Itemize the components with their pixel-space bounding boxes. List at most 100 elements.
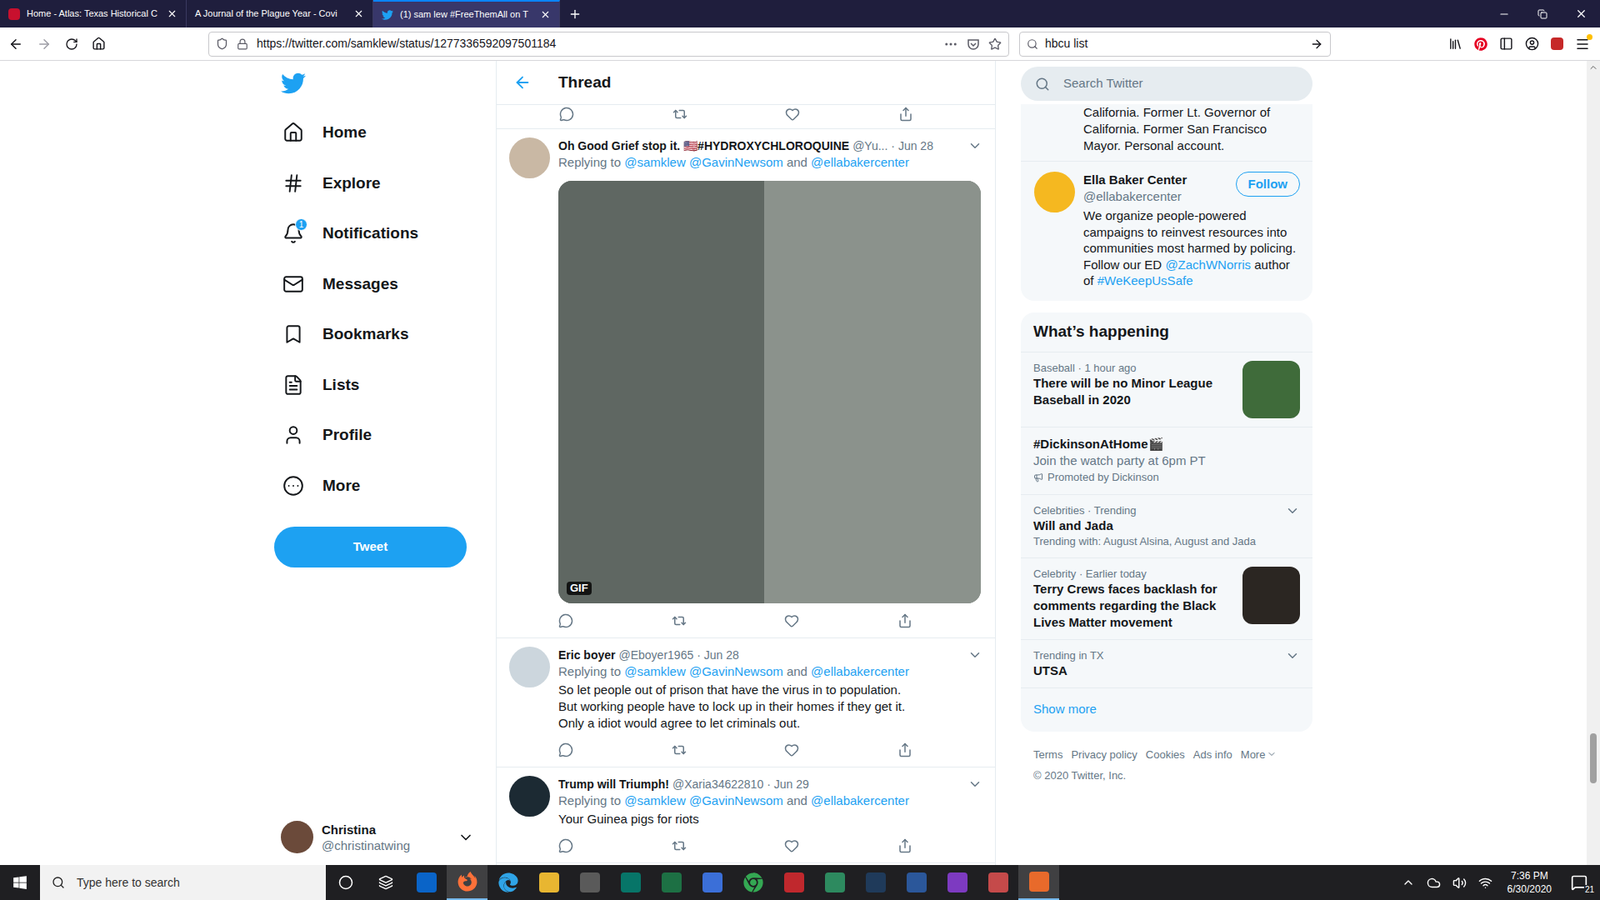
share-icon[interactable] bbox=[898, 106, 914, 122]
footer-link[interactable]: Ads info bbox=[1193, 746, 1233, 764]
tweet-button[interactable]: Tweet bbox=[274, 526, 467, 568]
follow-button[interactable]: Follow bbox=[1235, 171, 1301, 197]
trend-item[interactable]: Celebrities · TrendingWill and JadaTrend… bbox=[1020, 495, 1313, 559]
reload-icon[interactable] bbox=[65, 37, 79, 51]
task-view-icon[interactable] bbox=[378, 875, 394, 890]
twitter-search[interactable]: Search Twitter bbox=[1020, 66, 1313, 101]
like-icon[interactable] bbox=[784, 613, 800, 629]
taskbar-app[interactable] bbox=[528, 865, 570, 900]
pinterest-icon[interactable] bbox=[1474, 37, 1488, 51]
avatar[interactable] bbox=[509, 646, 550, 688]
retweet-icon[interactable] bbox=[671, 838, 687, 854]
nav-item[interactable]: Home bbox=[274, 107, 496, 159]
retweet-icon[interactable] bbox=[672, 106, 688, 122]
taskbar-app[interactable] bbox=[487, 865, 529, 900]
shield-icon[interactable] bbox=[215, 37, 229, 50]
close-tab-icon[interactable] bbox=[540, 9, 551, 20]
taskbar-app[interactable] bbox=[691, 865, 733, 900]
start-button[interactable] bbox=[0, 865, 40, 900]
browser-tab[interactable]: (1) sam lew #FreeThemAll on T bbox=[373, 0, 560, 28]
trend-caret-icon[interactable] bbox=[1285, 503, 1300, 519]
taskbar-app[interactable] bbox=[895, 865, 937, 900]
retweet-icon[interactable] bbox=[671, 742, 687, 758]
author-name[interactable]: Trump will Triumph! bbox=[558, 775, 670, 794]
show-more-link[interactable]: Show more bbox=[1020, 688, 1313, 732]
forward-icon[interactable] bbox=[36, 36, 52, 52]
minimize-button[interactable] bbox=[1485, 0, 1524, 28]
new-tab-button[interactable] bbox=[560, 0, 590, 28]
link[interactable]: #WeKeepUsSafe bbox=[1097, 273, 1194, 288]
gif-media[interactable]: GIF bbox=[558, 180, 981, 604]
volume-icon[interactable] bbox=[1452, 875, 1467, 890]
close-tab-icon[interactable] bbox=[166, 8, 178, 20]
taskbar-search[interactable]: Type here to search bbox=[40, 865, 326, 900]
link[interactable]: @samklew @GavinNewsom bbox=[624, 793, 784, 808]
avatar[interactable] bbox=[509, 137, 550, 179]
caret-icon[interactable] bbox=[967, 776, 983, 792]
taskbar-app[interactable] bbox=[814, 865, 855, 900]
caret-icon[interactable] bbox=[967, 138, 983, 154]
like-icon[interactable] bbox=[785, 106, 800, 122]
url-bar[interactable]: https://twitter.com/samklew/status/12773… bbox=[208, 31, 1010, 57]
taskbar-app[interactable] bbox=[855, 865, 896, 900]
like-icon[interactable] bbox=[784, 742, 800, 758]
taskbar-app[interactable] bbox=[936, 865, 978, 900]
tweet-date[interactable]: · Jun 29 bbox=[766, 775, 810, 794]
nav-item[interactable]: 1Notifications bbox=[274, 208, 496, 260]
reply-icon[interactable] bbox=[558, 742, 574, 758]
link[interactable]: @samklew @GavinNewsom bbox=[624, 155, 784, 170]
back-arrow-icon[interactable] bbox=[513, 73, 532, 92]
author-name[interactable]: Eric boyer bbox=[558, 646, 615, 665]
onedrive-icon[interactable] bbox=[1426, 875, 1441, 890]
nav-item[interactable]: Explore bbox=[274, 158, 496, 210]
avatar[interactable] bbox=[509, 775, 550, 817]
trend-caret-icon[interactable] bbox=[1285, 648, 1300, 664]
scrollbar-thumb[interactable] bbox=[1590, 733, 1597, 784]
scroll-up-icon[interactable] bbox=[1588, 62, 1599, 73]
tray-expand-icon[interactable] bbox=[1401, 875, 1415, 890]
taskbar-app[interactable] bbox=[1018, 865, 1060, 900]
browser-tab[interactable]: A Journal of the Plague Year - Covi bbox=[186, 0, 374, 28]
trend-item[interactable]: #DickinsonAtHome🎬Join the watch party at… bbox=[1020, 427, 1313, 495]
account-switcher[interactable]: Christina@christinatwing bbox=[274, 820, 483, 854]
tweet-date[interactable]: · Jun 28 bbox=[696, 646, 740, 665]
nav-item[interactable]: More bbox=[274, 460, 496, 512]
cortana-icon[interactable] bbox=[338, 875, 354, 890]
retweet-icon[interactable] bbox=[671, 613, 687, 629]
back-icon[interactable] bbox=[8, 36, 24, 52]
link[interactable]: @ellabakercenter bbox=[810, 155, 910, 170]
trend-item[interactable]: Baseball · 1 hour agoThere will be no Mi… bbox=[1020, 352, 1313, 428]
caret-icon[interactable] bbox=[967, 647, 983, 663]
taskbar-app[interactable] bbox=[446, 865, 488, 900]
trend-item[interactable]: Celebrity · Earlier todayTerry Crews fac… bbox=[1020, 558, 1313, 640]
nav-item[interactable]: Messages bbox=[274, 259, 496, 310]
close-window-button[interactable] bbox=[1561, 0, 1600, 28]
sidebar-icon[interactable] bbox=[1499, 36, 1514, 51]
footer-more[interactable]: More bbox=[1240, 746, 1278, 764]
suggestion-name[interactable]: Ella Baker Center bbox=[1083, 171, 1230, 189]
trend-item[interactable]: Trending in TXUTSA bbox=[1020, 640, 1313, 689]
taskbar-app[interactable] bbox=[773, 865, 815, 900]
taskbar-app[interactable] bbox=[610, 865, 651, 900]
author-name[interactable]: Oh Good Grief stop it. 🇺🇸#HYDROXYCHLOROQ… bbox=[558, 137, 850, 155]
library-icon[interactable] bbox=[1448, 36, 1463, 51]
twitter-logo-icon[interactable] bbox=[280, 70, 306, 96]
tweet-date[interactable]: · Jun 28 bbox=[890, 137, 934, 155]
home-button-icon[interactable] bbox=[91, 36, 106, 51]
taskbar-app[interactable] bbox=[569, 865, 610, 900]
restore-button[interactable] bbox=[1523, 0, 1562, 28]
follow-suggestion[interactable]: Ella Baker Center@ellabakercenterFollowW… bbox=[1020, 160, 1313, 301]
search-bar[interactable]: hbcu list bbox=[1019, 31, 1331, 57]
share-icon[interactable] bbox=[897, 613, 913, 629]
footer-link[interactable]: Cookies bbox=[1145, 746, 1185, 764]
bookmark-star-icon[interactable] bbox=[988, 37, 1002, 51]
link[interactable]: @ellabakercenter bbox=[810, 664, 910, 679]
browser-tab[interactable]: Home - Atlas: Texas Historical C bbox=[0, 0, 187, 28]
link[interactable]: @ZachWNorris bbox=[1165, 257, 1251, 272]
account-icon[interactable] bbox=[1525, 36, 1540, 51]
footer-link[interactable]: Privacy policy bbox=[1070, 746, 1137, 764]
taskbar-app[interactable] bbox=[650, 865, 692, 900]
scrollbar[interactable] bbox=[1586, 60, 1600, 865]
like-icon[interactable] bbox=[784, 838, 800, 854]
share-icon[interactable] bbox=[897, 838, 913, 854]
